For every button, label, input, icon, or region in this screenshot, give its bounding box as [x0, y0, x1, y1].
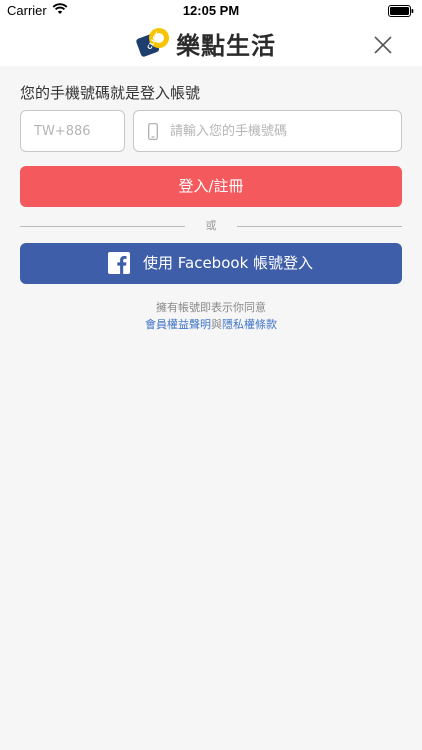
terms-conjunction: 與: [211, 318, 222, 331]
logo-title: 樂點生活: [176, 31, 276, 60]
login-register-button[interactable]: 登入/註冊: [20, 166, 402, 207]
clock: 12:05 PM: [182, 3, 240, 18]
or-divider: 或: [20, 217, 402, 235]
logo-mark-icon: CLICK: [136, 28, 169, 57]
phone-number-field[interactable]: [133, 110, 402, 152]
privacy-policy-link[interactable]: 隱私權條款: [222, 318, 277, 331]
country-code-input[interactable]: [32, 111, 122, 151]
app-header: CLICK 樂點生活: [0, 22, 422, 66]
battery-icon: [388, 5, 414, 17]
terms-links: 會員權益聲明與隱私權條款: [20, 316, 402, 333]
member-rights-link[interactable]: 會員權益聲明: [145, 318, 211, 331]
terms-notice: 擁有帳號即表示你同意 會員權益聲明與隱私權條款: [20, 299, 402, 333]
phone-icon: [148, 123, 158, 140]
phone-prompt: 您的手機號碼就是登入帳號: [20, 84, 201, 102]
facebook-icon: [108, 252, 130, 274]
phone-number-input[interactable]: [168, 111, 398, 151]
facebook-login-button[interactable]: 使用 Facebook 帳號登入: [20, 243, 402, 284]
country-code-field[interactable]: [20, 110, 125, 152]
status-bar: Carrier 12:05 PM: [0, 0, 422, 22]
app-logo: CLICK 樂點生活: [136, 26, 276, 60]
close-icon[interactable]: [372, 34, 394, 56]
terms-agree-text: 擁有帳號即表示你同意: [156, 301, 266, 314]
divider-line-right: [237, 226, 402, 227]
facebook-button-label: 使用 Facebook 帳號登入: [143, 254, 314, 272]
